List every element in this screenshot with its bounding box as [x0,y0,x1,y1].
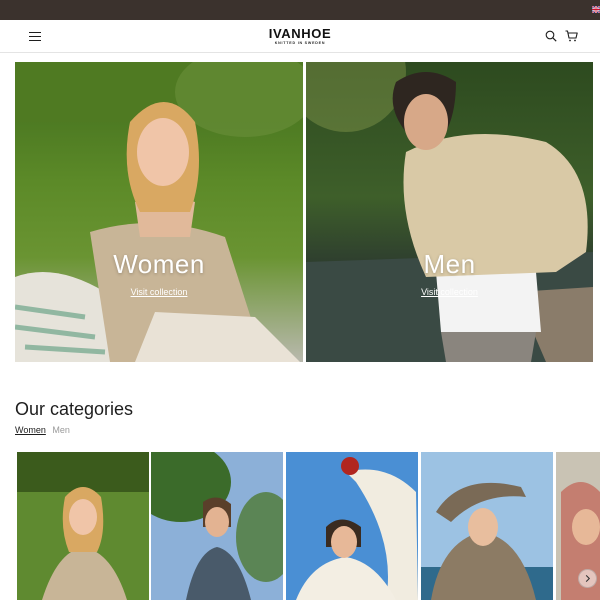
category-card[interactable] [421,452,553,600]
tab-men[interactable]: Men [52,425,70,435]
uk-flag-icon[interactable] [592,6,600,13]
logo-tagline: KNITTED IN SWEDEN [274,41,326,45]
hero-men-image [306,62,593,362]
tab-women[interactable]: Women [15,425,46,435]
category-card[interactable] [151,452,283,600]
category-image [421,452,553,600]
hero-women-link[interactable]: Visit collection [15,287,303,297]
categories-title: Our categories [15,399,134,419]
category-image [17,452,149,600]
hero-men-link[interactable]: Visit collection [306,287,593,297]
hero-women-image [15,62,303,362]
hero-men[interactable]: Men Visit collection [306,62,593,362]
carousel-next-button[interactable] [578,569,597,588]
logo-wordmark: IVANHOE [268,26,332,41]
category-card[interactable] [286,452,418,600]
cart-icon[interactable] [565,30,578,42]
category-image [286,452,418,600]
hero-women[interactable]: Women Visit collection [15,62,303,362]
category-filter-tabs: Women Men [15,425,74,435]
site-header: IVANHOE KNITTED IN SWEDEN [0,20,600,53]
hero-women-title: Women [113,249,205,279]
site-logo[interactable]: IVANHOE KNITTED IN SWEDEN [0,27,600,46]
category-image [151,452,283,600]
top-bar [0,0,600,20]
hero-men-title: Men [423,249,476,279]
category-card[interactable] [17,452,149,600]
search-icon[interactable] [545,30,557,42]
chevron-right-icon [585,574,591,583]
